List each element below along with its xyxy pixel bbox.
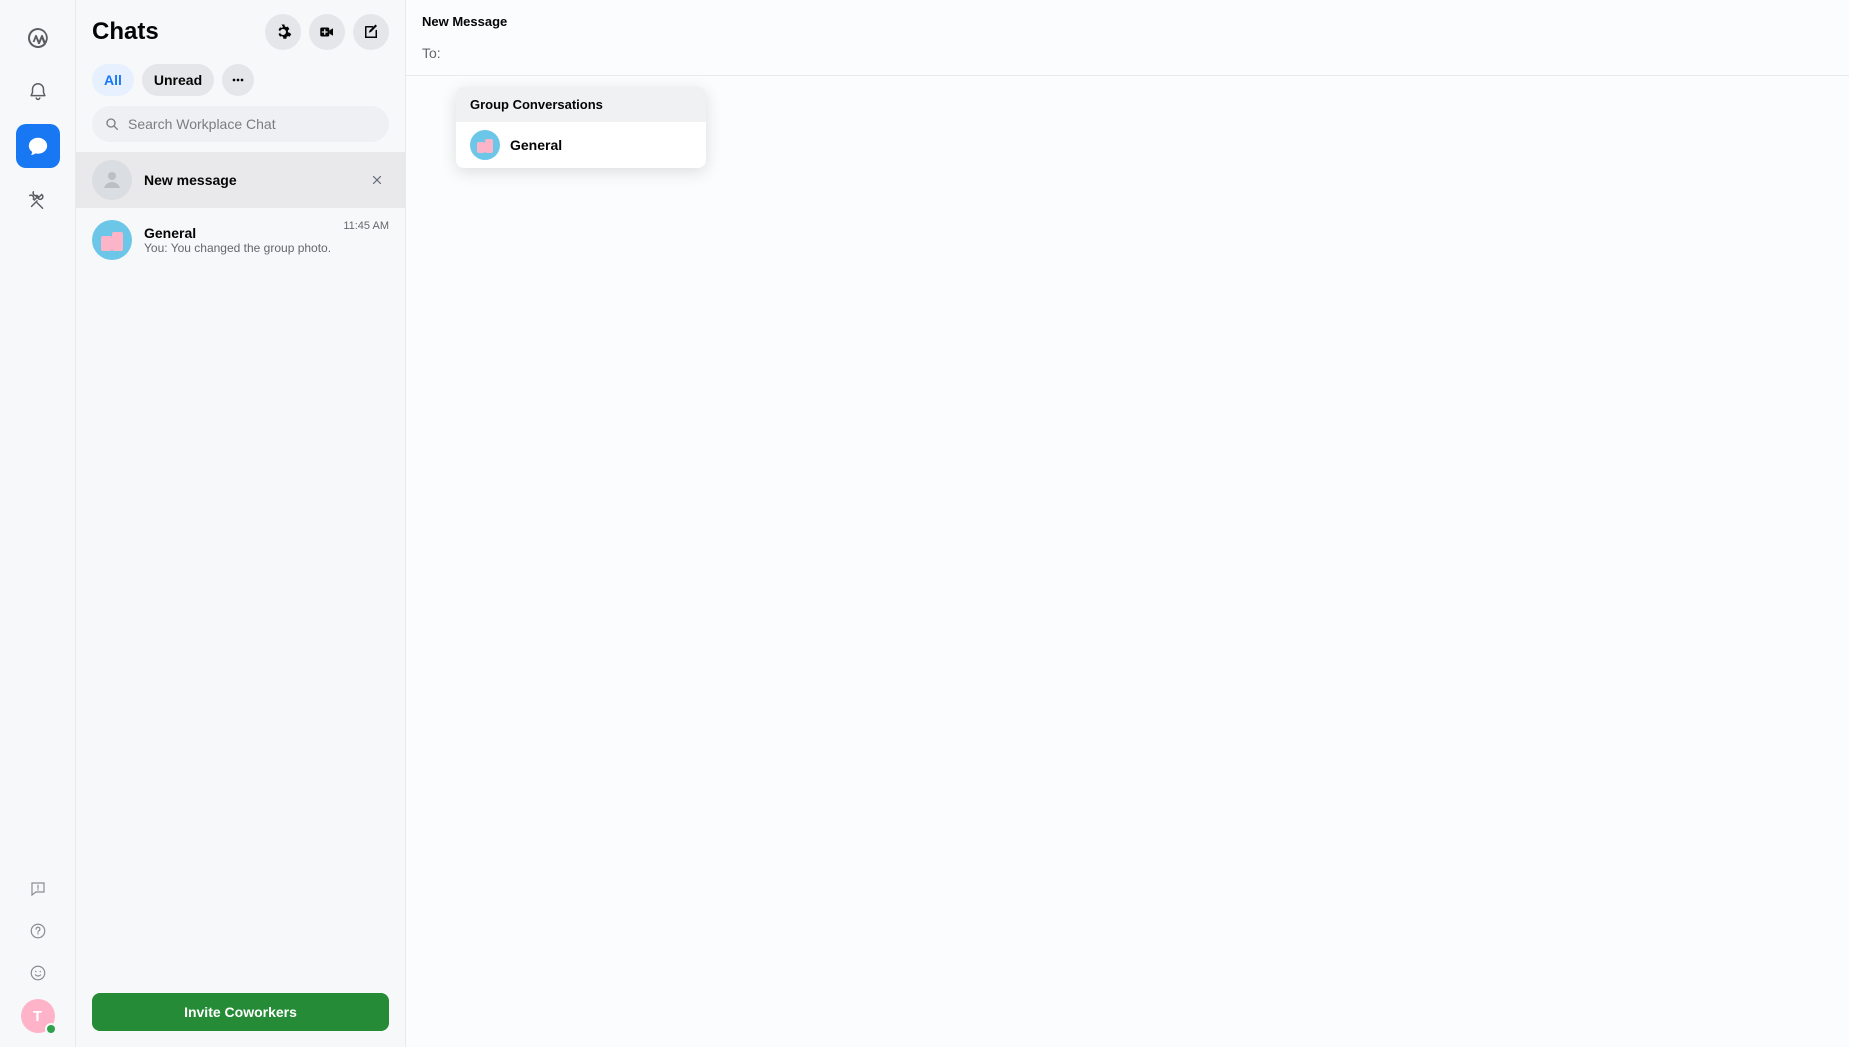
- chat-meta: New message: [144, 172, 353, 188]
- user-avatar[interactable]: T: [21, 999, 55, 1033]
- chats-icon[interactable]: [16, 124, 60, 168]
- chat-snippet: You: You changed the group photo.: [144, 241, 331, 255]
- feedback-icon[interactable]: [22, 873, 54, 905]
- close-icon: [371, 174, 383, 186]
- chat-list-header: Chats: [76, 0, 405, 58]
- nav-bottom: T: [21, 873, 55, 1033]
- search-wrap: [76, 106, 405, 152]
- emoji-icon[interactable]: [22, 957, 54, 989]
- filter-more-button[interactable]: [222, 64, 254, 96]
- close-new-message-button[interactable]: [365, 168, 389, 192]
- chat-row-general[interactable]: General You: You changed the group photo…: [76, 208, 405, 272]
- new-message-label: New message: [144, 172, 353, 188]
- group-avatar-icon: [92, 220, 132, 260]
- app-root: T Chats All Unread: [0, 0, 1849, 1047]
- chats-title: Chats: [92, 18, 257, 46]
- help-icon[interactable]: [22, 915, 54, 947]
- dropdown-item-general[interactable]: General: [456, 122, 706, 168]
- gear-icon: [274, 23, 292, 41]
- workplace-logo-icon[interactable]: [16, 16, 60, 60]
- to-label: To:: [422, 45, 441, 61]
- recipient-input[interactable]: [449, 45, 1833, 61]
- to-row: To: Group Conversations General: [406, 37, 1849, 76]
- new-video-button[interactable]: [309, 14, 345, 50]
- filter-unread[interactable]: Unread: [142, 64, 214, 96]
- compose-icon: [362, 23, 380, 41]
- search-box[interactable]: [92, 106, 389, 142]
- invite-wrap: Invite Coworkers: [76, 981, 405, 1047]
- filter-all[interactable]: All: [92, 64, 134, 96]
- notifications-icon[interactable]: [16, 70, 60, 114]
- chat-time: 11:45 AM: [343, 220, 389, 232]
- avatar-placeholder-icon: [92, 160, 132, 200]
- nav-rail: T: [0, 0, 76, 1047]
- chat-meta: General You: You changed the group photo…: [144, 225, 331, 255]
- main-panel: New Message To: Group Conversations Gene…: [406, 0, 1849, 1047]
- presence-dot: [45, 1023, 57, 1035]
- recipient-dropdown: Group Conversations General: [456, 87, 706, 168]
- settings-button[interactable]: [265, 14, 301, 50]
- group-avatar-icon: [470, 130, 500, 160]
- chat-list-panel: Chats All Unread: [76, 0, 406, 1047]
- invite-coworkers-button[interactable]: Invite Coworkers: [92, 993, 389, 1031]
- search-icon: [104, 116, 120, 132]
- more-dots-icon: [230, 72, 246, 88]
- search-input[interactable]: [128, 116, 377, 132]
- tools-icon[interactable]: [16, 178, 60, 222]
- chat-row-new-message[interactable]: New message: [76, 152, 405, 208]
- dropdown-header: Group Conversations: [456, 87, 706, 122]
- avatar-initial: T: [33, 1008, 42, 1025]
- compose-button[interactable]: [353, 14, 389, 50]
- new-message-title: New Message: [406, 0, 1849, 37]
- chat-name: General: [144, 225, 331, 241]
- filter-row: All Unread: [76, 58, 405, 106]
- chat-items: New message General You: You changed the…: [76, 152, 405, 981]
- dropdown-item-name: General: [510, 137, 562, 153]
- video-plus-icon: [318, 23, 336, 41]
- nav-top: [16, 16, 60, 222]
